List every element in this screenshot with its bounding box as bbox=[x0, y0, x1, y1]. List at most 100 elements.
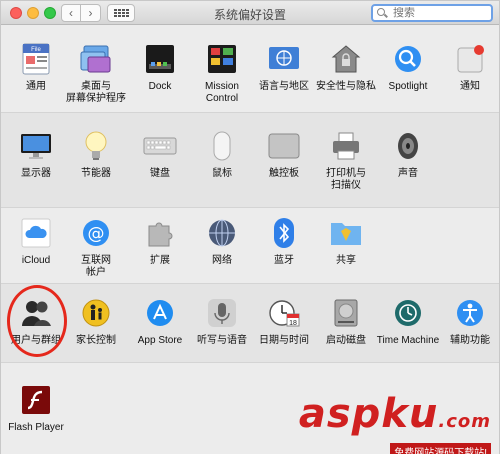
pref-label: 通知 bbox=[460, 81, 480, 92]
speaker-icon bbox=[391, 129, 425, 163]
pref-label: 桌面与 屏幕保护程序 bbox=[66, 81, 126, 104]
pref-label: 共享 bbox=[336, 255, 356, 266]
house-lock-icon bbox=[329, 42, 363, 76]
pref-label: 语言与地区 bbox=[259, 81, 309, 92]
pref-label: 打印机与 扫描仪 bbox=[326, 168, 366, 191]
bluetooth-icon bbox=[267, 216, 301, 250]
pref-label: 声音 bbox=[398, 168, 418, 179]
pref-label: 家长控制 bbox=[76, 335, 116, 346]
app-store-icon bbox=[143, 296, 177, 330]
pref-trackpad[interactable]: 触控板 bbox=[252, 129, 316, 180]
pref-notifications[interactable]: 通知 bbox=[438, 42, 500, 93]
pref-sharing[interactable]: 共享 bbox=[314, 216, 378, 267]
at-sign-icon: @ bbox=[79, 216, 113, 250]
section-personal: File 通用 桌面与 屏幕保护程序 Dock Mission Control bbox=[1, 26, 499, 113]
pref-label: iCloud bbox=[21, 255, 51, 266]
dock-icon bbox=[143, 42, 177, 76]
pref-label: 键盘 bbox=[150, 168, 170, 179]
pref-desktop[interactable]: 桌面与 屏幕保护程序 bbox=[64, 42, 128, 105]
svg-text:@: @ bbox=[88, 224, 105, 244]
magnifier-icon bbox=[391, 42, 425, 76]
pref-label: Dock bbox=[148, 81, 172, 92]
pref-label: 互联网 帐户 bbox=[81, 255, 111, 278]
monitor-icon bbox=[19, 129, 53, 163]
pref-language[interactable]: 语言与地区 bbox=[252, 42, 316, 93]
pref-label: Flash Player bbox=[8, 422, 64, 433]
hard-drive-icon bbox=[329, 296, 363, 330]
pref-printers[interactable]: 打印机与 扫描仪 bbox=[314, 129, 378, 192]
search-input[interactable] bbox=[393, 7, 483, 19]
accessibility-icon bbox=[453, 296, 487, 330]
watermark-tld: .com bbox=[438, 411, 491, 432]
pref-label: 触控板 bbox=[269, 168, 299, 179]
watermark-tagline: 免费网站源码下载站! bbox=[390, 443, 491, 454]
calendar-day-text: 18 bbox=[289, 320, 297, 327]
pref-mission-control[interactable]: Mission Control bbox=[190, 42, 254, 105]
search-icon bbox=[377, 8, 387, 18]
pref-label: Spotlight bbox=[388, 81, 428, 92]
pref-icloud[interactable]: iCloud bbox=[4, 216, 68, 267]
highlight-circle bbox=[7, 285, 67, 357]
mission-control-icon bbox=[205, 42, 239, 76]
flash-player-icon bbox=[19, 383, 53, 417]
section-system: 用户与群组 家长控制 App Store 听写与语音 18 日期与时间 启动磁盘… bbox=[1, 284, 499, 363]
trackpad-icon bbox=[267, 129, 301, 163]
pref-date-time[interactable]: 18 日期与时间 bbox=[252, 296, 316, 347]
pref-spotlight[interactable]: Spotlight bbox=[376, 42, 440, 93]
globe-icon bbox=[205, 216, 239, 250]
clock-calendar-icon: 18 bbox=[267, 296, 301, 330]
pref-label: 通用 bbox=[26, 81, 46, 92]
file-icon-text: File bbox=[31, 47, 41, 53]
pref-internet-accounts[interactable]: @ 互联网 帐户 bbox=[64, 216, 128, 279]
pref-label: 听写与语音 bbox=[197, 335, 247, 346]
pref-bluetooth[interactable]: 蓝牙 bbox=[252, 216, 316, 267]
pref-dock[interactable]: Dock bbox=[128, 42, 192, 93]
cloud-icon bbox=[19, 216, 53, 250]
pref-label: Mission Control bbox=[205, 81, 239, 104]
puzzle-icon bbox=[143, 216, 177, 250]
pref-label: 扩展 bbox=[150, 255, 170, 266]
pref-label: 鼠标 bbox=[212, 168, 232, 179]
pref-parental-controls[interactable]: 家长控制 bbox=[64, 296, 128, 347]
system-preferences-window: ‹ › 系统偏好设置 File 通用 桌面与 屏幕保护程序 bbox=[0, 0, 500, 454]
pref-label: App Store bbox=[137, 335, 183, 346]
watermark: aspku.com 免费网站源码下载站! bbox=[299, 393, 491, 454]
pref-dictation[interactable]: 听写与语音 bbox=[190, 296, 254, 347]
pref-label: 辅助功能 bbox=[450, 335, 490, 346]
section-internet: iCloud @ 互联网 帐户 扩展 网络 蓝牙 共享 bbox=[1, 208, 499, 284]
section-hardware: 显示器 节能器 键盘 鼠标 触控板 打印机与 扫描仪 声音 bbox=[1, 113, 499, 208]
pref-network[interactable]: 网络 bbox=[190, 216, 254, 267]
search-field[interactable] bbox=[371, 4, 493, 22]
titlebar: ‹ › 系统偏好设置 bbox=[1, 1, 499, 25]
file-icon: File bbox=[19, 42, 53, 76]
pref-general[interactable]: File 通用 bbox=[4, 42, 68, 93]
pref-energy[interactable]: 节能器 bbox=[64, 129, 128, 180]
pref-label: 蓝牙 bbox=[274, 255, 294, 266]
pref-security[interactable]: 安全性与隐私 bbox=[314, 42, 378, 93]
pref-accessibility[interactable]: 辅助功能 bbox=[438, 296, 500, 347]
pref-time-machine[interactable]: Time Machine bbox=[376, 296, 440, 347]
time-machine-icon bbox=[391, 296, 425, 330]
pref-sound[interactable]: 声音 bbox=[376, 129, 440, 180]
pref-label: 日期与时间 bbox=[259, 335, 309, 346]
folder-icon bbox=[329, 216, 363, 250]
pref-label: 安全性与隐私 bbox=[316, 81, 376, 92]
un-flag-icon bbox=[267, 42, 301, 76]
microphone-icon bbox=[205, 296, 239, 330]
pref-displays[interactable]: 显示器 bbox=[4, 129, 68, 180]
pref-keyboard[interactable]: 键盘 bbox=[128, 129, 192, 180]
notification-icon bbox=[453, 42, 487, 76]
pref-label: Time Machine bbox=[376, 335, 440, 346]
watermark-brand: aspku bbox=[298, 391, 439, 437]
lightbulb-icon bbox=[79, 129, 113, 163]
keyboard-icon bbox=[143, 129, 177, 163]
mouse-icon bbox=[205, 129, 239, 163]
pref-startup-disk[interactable]: 启动磁盘 bbox=[314, 296, 378, 347]
pref-mouse[interactable]: 鼠标 bbox=[190, 129, 254, 180]
desktop-icon bbox=[79, 42, 113, 76]
pref-label: 显示器 bbox=[21, 168, 51, 179]
pref-app-store[interactable]: App Store bbox=[128, 296, 192, 347]
pref-flash-player[interactable]: Flash Player bbox=[4, 383, 68, 434]
pref-label: 节能器 bbox=[81, 168, 111, 179]
pref-extensions[interactable]: 扩展 bbox=[128, 216, 192, 267]
